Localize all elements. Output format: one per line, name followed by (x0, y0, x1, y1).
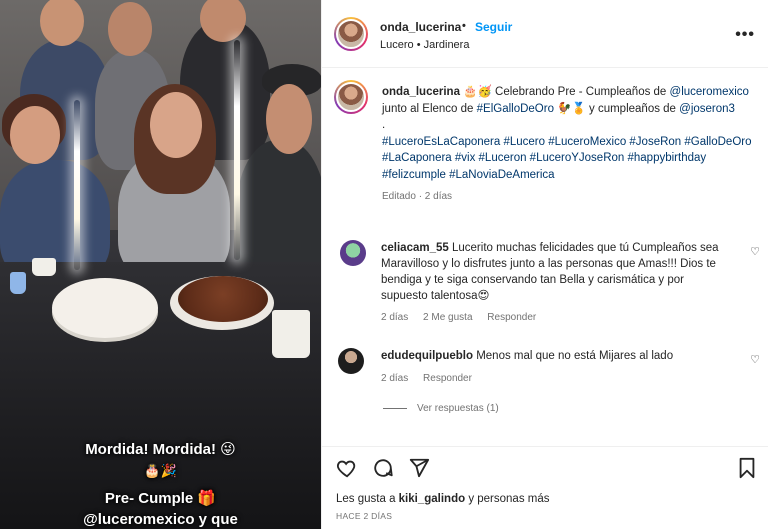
caption-text-3: y cumpleaños de (585, 102, 680, 115)
white-cake (52, 278, 158, 338)
person-front-right-head (266, 84, 312, 154)
glass-left (10, 272, 26, 294)
likes-user[interactable]: kiki_galindo (399, 493, 465, 505)
comment-time: 2 días (381, 312, 409, 323)
overlay-text-line4: @luceromexico y que (83, 511, 238, 528)
comment-username[interactable]: edudequilpueblo (381, 350, 473, 362)
header-separator: • (462, 20, 466, 32)
comment-text: Menos mal que no está Mijares al lado (476, 350, 674, 362)
overlay-text-line2: 🎂🎉 (144, 463, 177, 478)
replies-divider (383, 407, 407, 409)
caption-text-2: junto al Elenco de (382, 102, 477, 115)
caption-hashtag-gallodeoro[interactable]: #ElGalloDeOro (477, 103, 554, 115)
comment-reply-button[interactable]: Responder (423, 373, 472, 384)
comment-avatar[interactable] (338, 348, 364, 374)
person-back-center-head (108, 2, 152, 56)
comment-username[interactable]: celiacam_55 (381, 242, 449, 254)
caption-mention-luceromexico[interactable]: @luceromexico (670, 86, 749, 98)
view-replies-label: Ver respuestas (1) (417, 403, 499, 414)
comment-likes[interactable]: 2 Me gusta (423, 312, 472, 323)
post-details-panel: onda_lucerina • Seguir Lucero • Jardiner… (321, 0, 768, 529)
post-actions-bar: Les gusta a kiki_galindo y personas más … (322, 446, 768, 529)
comment-item: celiacam_55 Lucerito muchas felicidades … (381, 240, 733, 304)
likes-summary: Les gusta a kiki_galindo y personas más (336, 493, 550, 505)
caption-dot: . (382, 119, 386, 131)
overlay-text-line3: Pre- Cumple 🎁 (104, 490, 217, 507)
comment-item: edudequilpueblo Menos mal que no está Mi… (381, 348, 733, 364)
post-header: onda_lucerina • Seguir Lucero • Jardiner… (322, 0, 768, 68)
likes-prefix: Les gusta a (336, 493, 399, 505)
overlay-text-line1: Mordida! Mordida! 😜 (85, 441, 236, 458)
post-location[interactable]: Lucero • Jardinera (380, 39, 469, 51)
caption-emojis-lead: 🎂🥳 (463, 86, 492, 98)
cup-right (272, 310, 310, 358)
post-date: HACE 2 DÍAS (336, 511, 393, 521)
caption-edited-time: Editado · 2 días (382, 191, 453, 202)
post-photo[interactable]: Mordida! Mordida! 😜 🎂🎉 Pre- Cumple 🎁 @lu… (0, 0, 321, 529)
person-front-center-head (150, 92, 202, 158)
caption-mention-joseron3[interactable]: @joseron3 (679, 103, 735, 115)
cup-left (32, 258, 56, 276)
comment-like-heart-icon[interactable]: ♡ (750, 245, 760, 258)
author-username[interactable]: onda_lucerina (380, 20, 461, 34)
follow-button[interactable]: Seguir (475, 20, 512, 34)
bookmark-icon[interactable] (737, 457, 757, 479)
heart-icon[interactable] (336, 457, 358, 479)
comment-like-heart-icon[interactable]: ♡ (750, 353, 760, 366)
author-avatar[interactable] (334, 17, 368, 51)
comment-avatar[interactable] (340, 240, 366, 266)
comment-icon[interactable] (372, 457, 394, 479)
chocolate-cake (178, 276, 268, 322)
post-caption: onda_lucerina 🎂🥳 Celebrando Pre - Cumple… (382, 84, 752, 206)
comment-meta: 2 días Responder (381, 373, 484, 384)
likes-suffix[interactable]: y personas más (465, 493, 549, 505)
person-front-left-head (10, 106, 60, 164)
comment-meta: 2 días 2 Me gusta Responder (381, 312, 548, 323)
sparkler-left (74, 100, 80, 270)
sparkler-right (234, 40, 240, 260)
view-replies-button[interactable]: Ver respuestas (1) (383, 403, 499, 414)
comment-reply-button[interactable]: Responder (487, 312, 536, 323)
instagram-post-view: Mordida! Mordida! 😜 🎂🎉 Pre- Cumple 🎁 @lu… (0, 0, 768, 529)
caption-text-1: Celebrando Pre - Cumpleaños de (491, 86, 670, 98)
share-icon[interactable] (408, 457, 430, 479)
caption-username[interactable]: onda_lucerina (382, 86, 460, 98)
caption-emojis-mid: 🐓🏅 (553, 102, 586, 115)
more-options-icon[interactable]: ••• (735, 26, 755, 44)
caption-author-avatar[interactable] (334, 80, 368, 114)
comment-time: 2 días (381, 373, 409, 384)
caption-hashtags[interactable]: #LuceroEsLaCaponera #Lucero #LuceroMexic… (382, 134, 752, 184)
